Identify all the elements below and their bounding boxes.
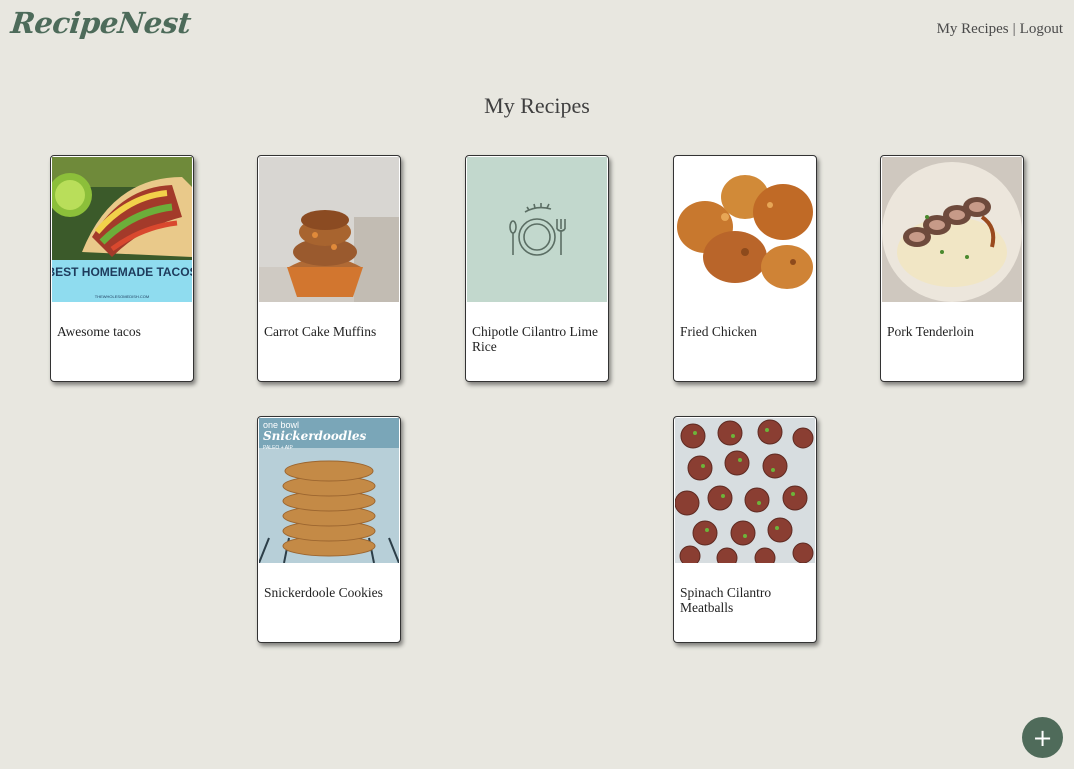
app-logo[interactable]: RecipeNest xyxy=(9,6,192,40)
recipe-image xyxy=(882,157,1022,302)
recipe-card[interactable]: one bowl Snickerdoodles PALEO + AIP Snic… xyxy=(257,416,401,643)
page-title: My Recipes xyxy=(484,93,590,118)
placeholder-plate-icon xyxy=(467,157,607,302)
recipe-image: BEST HOMEMADE TACOS THEWHOLESOMEDISH.COM xyxy=(52,157,192,302)
recipe-name: Carrot Cake Muffins xyxy=(264,324,377,339)
nav-separator: | xyxy=(1012,21,1016,37)
recipe-image xyxy=(675,418,815,563)
recipe-name: Fried Chicken xyxy=(680,324,757,339)
taco-image-subtitle: THEWHOLESOMEDISH.COM xyxy=(95,294,149,299)
recipe-image xyxy=(675,157,815,302)
taco-image-title: BEST HOMEMADE TACOS xyxy=(52,265,192,279)
recipe-name: Spinach Cilantro Meatballs xyxy=(680,585,772,615)
recipe-name: Snickerdoole Cookies xyxy=(264,585,383,600)
recipe-card[interactable]: Spinach Cilantro Meatballs xyxy=(673,416,817,643)
my-recipes-link[interactable]: My Recipes xyxy=(937,21,1009,38)
recipe-name: Pork Tenderloin xyxy=(887,324,974,339)
logout-link[interactable]: Logout xyxy=(1020,21,1063,38)
recipe-name: Awesome tacos xyxy=(57,324,141,339)
recipe-name: Chipotle Cilantro Lime Rice xyxy=(472,324,598,354)
recipe-card[interactable]: Chipotle Cilantro Lime Rice xyxy=(465,155,609,382)
top-nav: My Recipes | Logout xyxy=(937,21,1063,38)
recipe-card[interactable]: BEST HOMEMADE TACOS THEWHOLESOMEDISH.COM… xyxy=(50,155,194,382)
recipe-image: one bowl Snickerdoodles PALEO + AIP xyxy=(259,418,399,563)
cookie-image-title: Snickerdoodles xyxy=(263,429,367,443)
cookie-image-subtitle: PALEO + AIP xyxy=(263,445,293,451)
recipe-card[interactable]: Pork Tenderloin xyxy=(880,155,1024,382)
recipe-card[interactable]: Carrot Cake Muffins xyxy=(257,155,401,382)
recipe-image xyxy=(259,157,399,302)
add-recipe-button[interactable]: + xyxy=(1022,717,1063,758)
recipe-card[interactable]: Fried Chicken xyxy=(673,155,817,382)
